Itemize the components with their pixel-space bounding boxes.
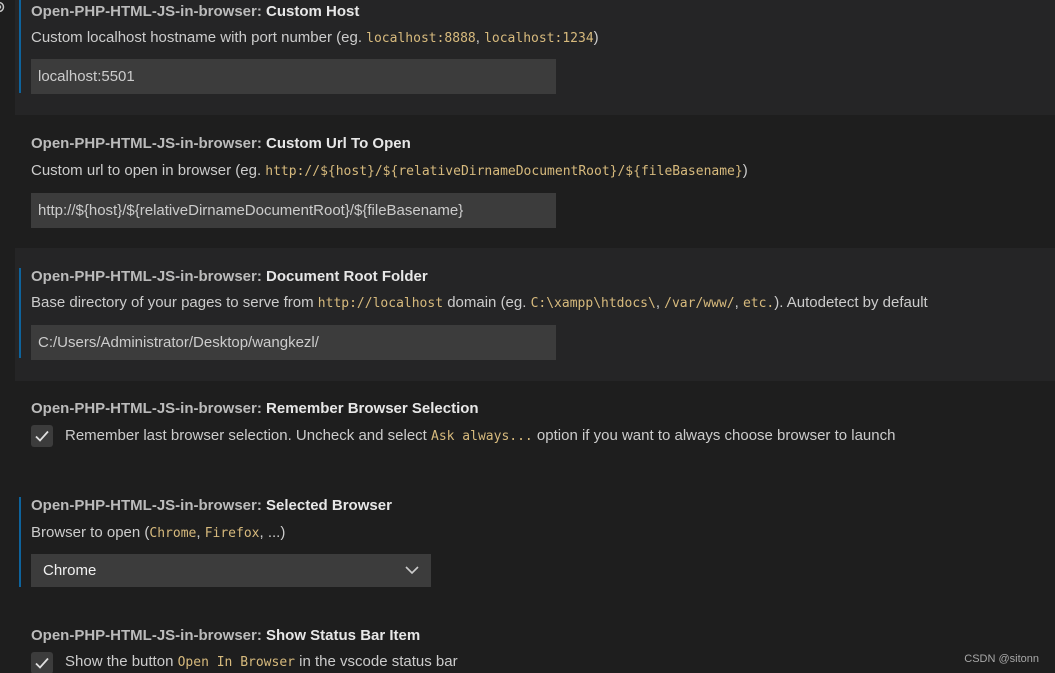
description-text: )	[593, 29, 599, 46]
setting-remember-browser: Open-PHP-HTML-JS-in-browser: Remember Br…	[15, 381, 1055, 481]
check-icon	[35, 657, 49, 669]
check-icon	[35, 430, 49, 442]
setting-description: Custom localhost hostname with port numb…	[31, 29, 599, 46]
inline-code: etc.	[742, 296, 775, 311]
custom-url-input[interactable]: http://${host}/${relativeDirnameDocument…	[31, 193, 556, 228]
setting-description: Browser to open (Chrome, Firefox, ...)	[31, 524, 285, 541]
selected-browser-value: Chrome	[43, 562, 97, 579]
setting-title: Open-PHP-HTML-JS-in-browser: Show Status…	[31, 627, 420, 644]
description-text: , ...)	[259, 524, 286, 541]
watermark: CSDN @sitonn	[964, 653, 1039, 665]
description-text: Remember last browser selection. Uncheck…	[65, 427, 431, 444]
settings-editor: Open-PHP-HTML-JS-in-browser: Custom Host…	[0, 0, 1055, 673]
setting-category: Open-PHP-HTML-JS-in-browser:	[31, 3, 262, 20]
setting-description: Show the button Open In Browser in the v…	[65, 653, 458, 670]
description-text: ,	[734, 294, 743, 311]
setting-category: Open-PHP-HTML-JS-in-browser:	[31, 135, 262, 152]
inline-code: http://${host}/${relativeDirnameDocument…	[265, 164, 743, 179]
description-text: option if you want to always choose brow…	[532, 427, 896, 444]
inline-code: Firefox	[204, 526, 260, 541]
setting-category: Open-PHP-HTML-JS-in-browser:	[31, 400, 262, 417]
inline-code: Ask always...	[431, 429, 533, 444]
setting-selected-browser: Open-PHP-HTML-JS-in-browser: Selected Br…	[15, 481, 1055, 606]
focus-indicator	[19, 497, 21, 587]
setting-description: Custom url to open in browser (eg. http:…	[31, 162, 748, 179]
inline-code: http://localhost	[317, 296, 444, 311]
focus-indicator	[19, 268, 21, 358]
setting-description: Remember last browser selection. Uncheck…	[65, 427, 895, 444]
description-text: Base directory of your pages to serve fr…	[31, 294, 318, 311]
description-text: ,	[475, 29, 485, 46]
setting-custom-host: Open-PHP-HTML-JS-in-browser: Custom Host…	[15, 0, 1055, 115]
setting-title: Open-PHP-HTML-JS-in-browser: Selected Br…	[31, 497, 392, 514]
setting-name: Selected Browser	[266, 497, 392, 514]
setting-name: Document Root Folder	[266, 268, 428, 285]
setting-title: Open-PHP-HTML-JS-in-browser: Custom Url …	[31, 135, 411, 152]
setting-document-root: Open-PHP-HTML-JS-in-browser: Document Ro…	[15, 248, 1055, 381]
description-text: )	[742, 162, 748, 179]
description-text: ,	[196, 524, 205, 541]
setting-name: Remember Browser Selection	[266, 400, 479, 417]
chevron-down-icon	[405, 566, 419, 575]
description-text: Browser to open (	[31, 524, 150, 541]
setting-category: Open-PHP-HTML-JS-in-browser:	[31, 497, 262, 514]
inline-code: C:\xampp\htdocs\	[530, 296, 656, 311]
gear-icon[interactable]	[0, 0, 7, 14]
inline-code: Chrome	[149, 526, 197, 541]
setting-title: Open-PHP-HTML-JS-in-browser: Document Ro…	[31, 268, 428, 285]
setting-custom-url: Open-PHP-HTML-JS-in-browser: Custom Url …	[15, 115, 1055, 248]
remember-browser-checkbox[interactable]	[31, 425, 53, 447]
description-text: Custom url to open in browser (eg.	[31, 162, 266, 179]
setting-title: Open-PHP-HTML-JS-in-browser: Custom Host	[31, 3, 359, 20]
setting-category: Open-PHP-HTML-JS-in-browser:	[31, 627, 262, 644]
inline-code: Open In Browser	[177, 655, 295, 670]
description-text: ). Autodetect by default	[774, 294, 928, 311]
setting-name: Custom Url To Open	[266, 135, 411, 152]
description-text: domain (eg.	[443, 294, 531, 311]
description-text: ,	[655, 294, 665, 311]
custom-host-input[interactable]: localhost:5501	[31, 59, 556, 94]
setting-title: Open-PHP-HTML-JS-in-browser: Remember Br…	[31, 400, 479, 417]
setting-description: Base directory of your pages to serve fr…	[31, 294, 928, 311]
description-text: Show the button	[65, 653, 178, 670]
inline-code: localhost:1234	[484, 31, 594, 46]
inline-code: /var/www/	[664, 296, 735, 311]
show-status-bar-checkbox[interactable]	[31, 652, 53, 673]
document-root-input[interactable]: C:/Users/Administrator/Desktop/wangkezl/	[31, 325, 556, 360]
setting-name: Show Status Bar Item	[266, 627, 421, 644]
selected-browser-dropdown[interactable]: Chrome	[31, 554, 431, 587]
inline-code: localhost:8888	[366, 31, 476, 46]
setting-name: Custom Host	[266, 3, 360, 20]
description-text: Custom localhost hostname with port numb…	[31, 29, 367, 46]
setting-category: Open-PHP-HTML-JS-in-browser:	[31, 268, 262, 285]
description-text: in the vscode status bar	[295, 653, 458, 670]
focus-indicator	[19, 0, 21, 93]
setting-show-status-bar: Open-PHP-HTML-JS-in-browser: Show Status…	[15, 606, 1055, 673]
